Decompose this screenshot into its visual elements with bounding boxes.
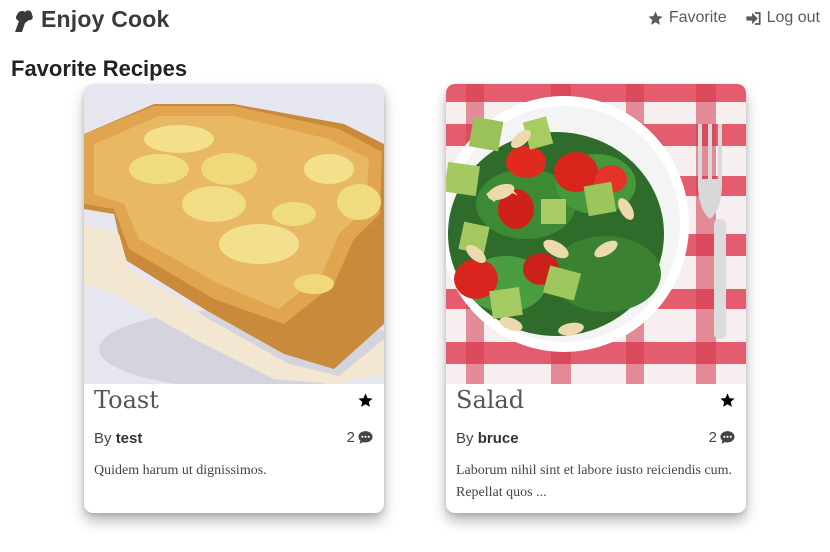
comment-icon [358,431,373,444]
author-prefix: By [94,430,112,447]
comment-count-value: 2 [708,429,717,446]
nav-favorite-label: Favorite [668,9,727,26]
author-prefix: By [456,430,474,447]
recipe-author: By bruce [456,430,519,447]
favorite-star-icon[interactable] [357,392,374,409]
nav-logout-link[interactable]: Log out [745,9,820,27]
recipe-title[interactable]: Toast [94,386,159,414]
author-name[interactable]: test [116,430,143,447]
recipe-author: By test [94,430,142,447]
nav-logout-label: Log out [766,9,820,26]
star-icon [648,10,663,25]
brand-link[interactable]: Enjoy Cook [10,6,170,33]
chef-logo-icon [15,9,33,32]
nav-favorite-link[interactable]: Favorite [647,9,727,27]
comment-count[interactable]: 2 [347,429,374,446]
toast-photo[interactable] [84,84,384,384]
sign-out-icon [746,11,761,25]
recipe-description: Laborum nihil sint et labore iusto reici… [456,463,733,500]
comment-count[interactable]: 2 [709,429,736,446]
navbar: Enjoy Cook Favorite Log out [0,0,830,40]
nav-links: Favorite Log out [647,9,820,27]
comment-count-value: 2 [346,429,355,446]
brand-name: Enjoy Cook [41,6,170,32]
author-name[interactable]: bruce [478,430,519,447]
recipe-title[interactable]: Salad [456,386,524,414]
favorite-star-icon[interactable] [719,392,736,409]
salad-photo[interactable] [446,84,746,384]
recipe-card[interactable]: Salad By bruce 2 Laborum nihil sint et l… [446,84,746,513]
page-title: Favorite Recipes [11,56,188,81]
recipe-card[interactable]: Toast By test 2 Quidem harum ut dignissi… [84,84,384,513]
comment-icon [720,431,735,444]
recipe-description: Quidem harum ut dignissimos. [94,463,267,478]
